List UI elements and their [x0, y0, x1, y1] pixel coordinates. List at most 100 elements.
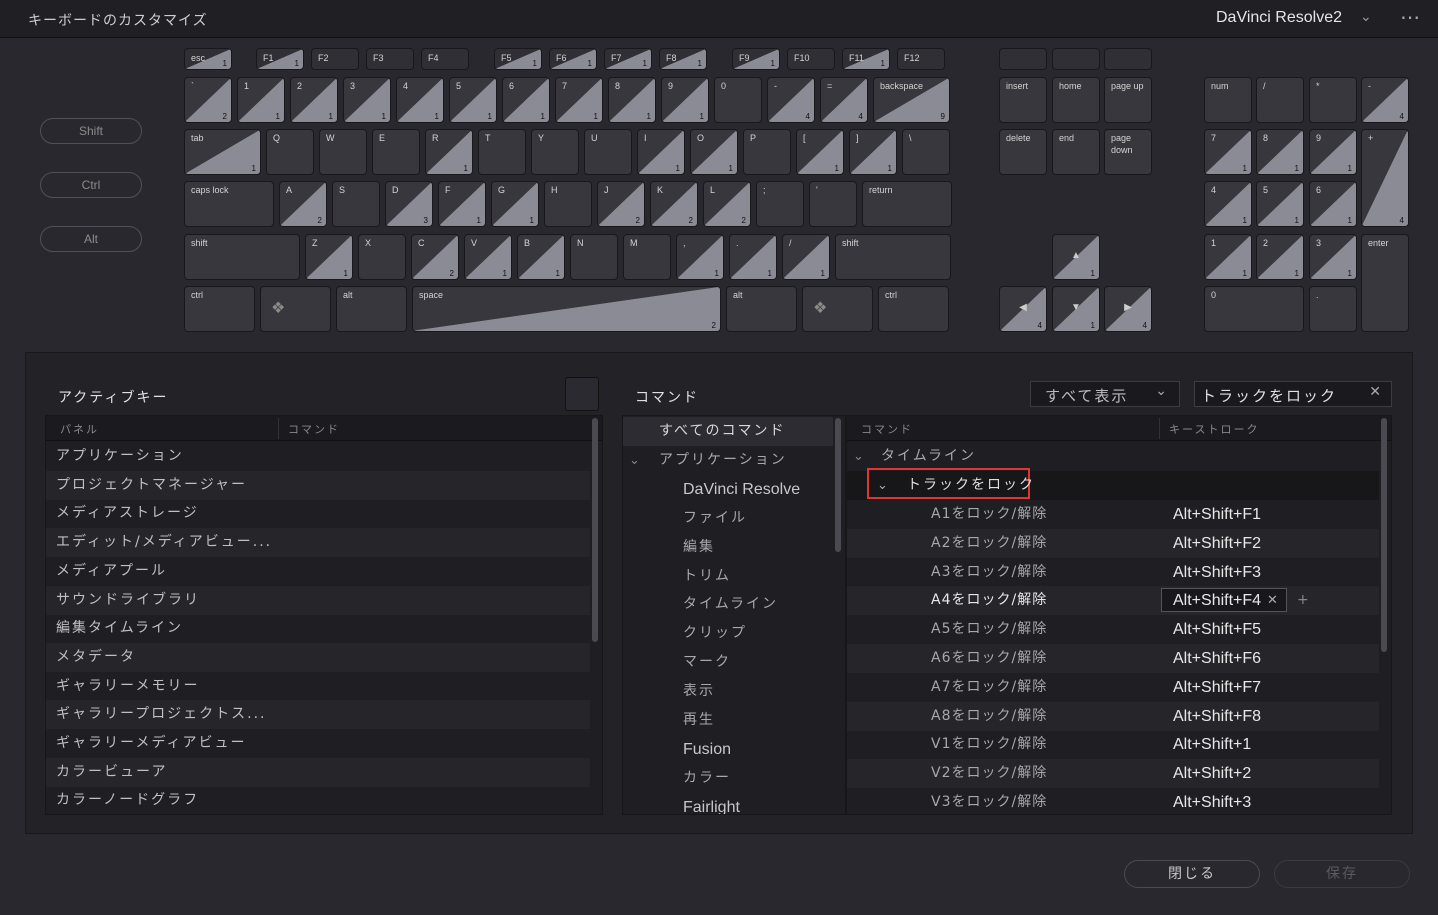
key-f12[interactable]: F12	[897, 48, 945, 70]
preset-name[interactable]: DaVinci Resolve2	[1216, 9, 1342, 27]
key-num-12[interactable]: 21	[1256, 234, 1304, 280]
key-r2-12[interactable]: ] 1	[849, 129, 897, 175]
key-f4[interactable]: F4	[421, 48, 469, 70]
key-r1-10[interactable]: 0	[714, 77, 762, 123]
key-num-11[interactable]: 11	[1204, 234, 1252, 280]
keystroke[interactable]: Alt+Shift+1	[1173, 730, 1251, 759]
tree-item[interactable]: Fairlight	[623, 793, 833, 814]
key-num-8[interactable]: 41	[1204, 181, 1252, 227]
key-r3-4[interactable]: F1	[438, 181, 486, 227]
active-key-row[interactable]: 編集タイムライン	[46, 614, 590, 643]
key-r3-8[interactable]: K2	[650, 181, 698, 227]
filter-dropdown[interactable]: すべて表示 ⌄	[1030, 381, 1180, 407]
key-r4-7[interactable]: M	[623, 234, 671, 280]
key-r3-11[interactable]: '	[809, 181, 857, 227]
command-row[interactable]: A4をロック/解除 Alt+Shift+F4 ✕ +	[847, 586, 1379, 616]
key-r5-3[interactable]: space 2	[412, 286, 721, 332]
key-r5-0[interactable]: ctrl	[184, 286, 255, 332]
key-nav-3[interactable]: delete	[999, 129, 1047, 175]
command-row[interactable]: V3をロック/解除 Alt+Shift+3	[847, 788, 1379, 814]
key-r3-10[interactable]: ;	[756, 181, 804, 227]
key-r3-5[interactable]: G1	[491, 181, 539, 227]
active-keys-toggle[interactable]	[565, 377, 599, 411]
command-row[interactable]: V1をロック/解除 Alt+Shift+1	[847, 730, 1379, 759]
clear-search-icon[interactable]: ✕	[1369, 384, 1383, 400]
key-f3[interactable]: F3	[366, 48, 414, 70]
key-f0[interactable]: esc 1	[184, 48, 232, 70]
key-arrow-left[interactable]: ◀ 4	[999, 286, 1047, 332]
tree-item[interactable]: 編集	[623, 533, 833, 562]
key-r2-2[interactable]: W	[319, 129, 367, 175]
key-r5-4[interactable]: alt	[726, 286, 797, 332]
tree-item[interactable]: タイムライン	[623, 590, 833, 619]
command-row[interactable]: A7をロック/解除 Alt+Shift+F7	[847, 673, 1379, 702]
key-r4-8[interactable]: ,1	[676, 234, 724, 280]
active-key-row[interactable]: メディアプール	[46, 557, 590, 586]
remove-keystroke-icon[interactable]: ✕	[1267, 586, 1280, 615]
key-r1-0[interactable]: ` 2	[184, 77, 232, 123]
key-num-2[interactable]: *	[1309, 77, 1357, 123]
key-r3-0[interactable]: caps lock	[184, 181, 274, 227]
key-num-10[interactable]: 61	[1309, 181, 1357, 227]
tree-item[interactable]: マーク	[623, 648, 833, 677]
command-row[interactable]: A1をロック/解除 Alt+Shift+F1	[847, 500, 1379, 529]
active-key-row[interactable]: カラーノードグラフ	[46, 786, 590, 814]
active-key-row[interactable]: メタデータ	[46, 642, 590, 672]
key-arrow-right[interactable]: ▶ 4	[1104, 286, 1152, 332]
subgroup-row[interactable]: ⌄ トラックをロック	[847, 468, 1379, 500]
key-r2-8[interactable]: I1	[637, 129, 685, 175]
key-num-13[interactable]: 31	[1309, 234, 1357, 280]
more-options-icon[interactable]: ⋯	[1400, 5, 1421, 29]
key-r4-0[interactable]: shift	[184, 234, 300, 280]
keystroke[interactable]: Alt+Shift+F4	[1173, 586, 1261, 615]
key-num-9[interactable]: 51	[1256, 181, 1304, 227]
command-row[interactable]: A8をロック/解除 Alt+Shift+F8	[847, 701, 1379, 731]
key-nav-blank-0[interactable]	[999, 48, 1047, 70]
tree-item[interactable]: DaVinci Resolve	[623, 475, 833, 504]
keystroke[interactable]: Alt+Shift+F2	[1173, 529, 1261, 558]
alt-modifier-button[interactable]: Alt	[40, 226, 142, 252]
key-f1[interactable]: F1 1	[256, 48, 304, 70]
active-key-row[interactable]: プロジェクトマネージャー	[46, 470, 590, 500]
key-r4-10[interactable]: /1	[782, 234, 830, 280]
key-r1-9[interactable]: 91	[661, 77, 709, 123]
column-keystroke[interactable]: キーストローク	[1169, 421, 1259, 437]
key-r5-6[interactable]: ctrl	[878, 286, 949, 332]
key-r1-7[interactable]: 71	[555, 77, 603, 123]
active-key-row[interactable]: エディット/メディアビュー...	[46, 528, 590, 558]
tree-item[interactable]: 表示	[623, 677, 833, 706]
key-r2-5[interactable]: T	[478, 129, 526, 175]
key-r1-4[interactable]: 41	[396, 77, 444, 123]
key-nav-5[interactable]: page down	[1104, 129, 1152, 175]
column-command[interactable]: コマンド	[288, 421, 340, 437]
active-key-row[interactable]: メディアストレージ	[46, 499, 590, 528]
key-f9[interactable]: F9 1	[732, 48, 780, 70]
keystroke[interactable]: Alt+Shift+F3	[1173, 558, 1261, 587]
active-key-row[interactable]: ギャラリーメモリー	[46, 672, 590, 701]
key-num-3[interactable]: -4	[1361, 77, 1409, 123]
key-nav-4[interactable]: end	[1052, 129, 1100, 175]
key-r4-1[interactable]: Z1	[305, 234, 353, 280]
key-r1-5[interactable]: 51	[449, 77, 497, 123]
active-key-row[interactable]: アプリケーション	[46, 442, 590, 471]
key-r3-1[interactable]: A2	[279, 181, 327, 227]
tree-item[interactable]: トリム	[623, 562, 833, 591]
key-r2-7[interactable]: U	[584, 129, 632, 175]
key-f6[interactable]: F6 1	[549, 48, 597, 70]
key-r1-3[interactable]: 31	[343, 77, 391, 123]
key-arrow-up[interactable]: ▲ 1	[1052, 234, 1100, 280]
key-nav-2[interactable]: page up	[1104, 77, 1152, 123]
key-r4-4[interactable]: V1	[464, 234, 512, 280]
key-nav-1[interactable]: home	[1052, 77, 1100, 123]
save-button[interactable]: 保存	[1274, 860, 1410, 888]
keystroke[interactable]: Alt+Shift+F7	[1173, 673, 1261, 702]
command-row[interactable]: A5をロック/解除 Alt+Shift+F5	[847, 615, 1379, 644]
key-r2-0[interactable]: tab 1	[184, 129, 261, 175]
key-r1-6[interactable]: 61	[502, 77, 550, 123]
key-f11[interactable]: F11 1	[842, 48, 890, 70]
keystroke[interactable]: Alt+Shift+F8	[1173, 702, 1261, 731]
command-tree-scrollbar[interactable]	[835, 418, 841, 552]
close-button[interactable]: 閉じる	[1124, 860, 1260, 888]
column-panel[interactable]: パネル	[60, 421, 99, 437]
key-num-6[interactable]: 91	[1309, 129, 1357, 175]
